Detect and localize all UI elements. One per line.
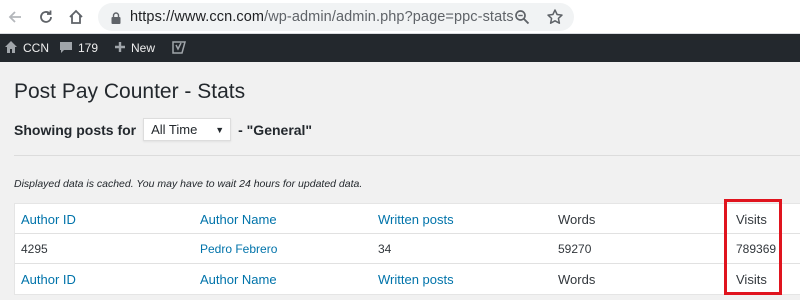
comments-count: 179 (78, 41, 99, 55)
chevron-down-icon: ▼ (215, 124, 225, 135)
new-label: New (131, 41, 156, 55)
visits-cell: 789369 (736, 242, 777, 256)
author-id-cell: 4295 (21, 242, 48, 256)
column-header-visits: Visits (736, 211, 767, 227)
column-header-words: Words (558, 211, 596, 227)
column-footer-written-posts[interactable]: Written posts (378, 264, 454, 294)
star-icon[interactable] (546, 8, 564, 26)
table-footer-row: Author ID Author Name Written posts Word… (15, 264, 800, 294)
time-range-select[interactable]: All Time ▼ (143, 118, 232, 141)
filter-suffix: - "General" (238, 121, 313, 138)
words-cell: 59270 (558, 242, 592, 256)
reload-icon[interactable] (36, 7, 56, 27)
new-content-menu[interactable]: New (114, 34, 155, 62)
time-range-value: All Time (151, 122, 198, 137)
column-header-author-id[interactable]: Author ID (21, 204, 76, 234)
column-header-author-name[interactable]: Author Name (200, 204, 277, 234)
url-text: https://www.ccn.com/wp-admin/admin.php?p… (130, 8, 514, 26)
written-posts-cell: 34 (378, 242, 392, 256)
stats-table: Author ID Author Name Written posts Word… (14, 203, 800, 295)
author-name-link[interactable]: Pedro Febrero (200, 234, 277, 264)
yoast-menu[interactable] (172, 34, 186, 62)
wp-admin-bar: CCN 179 New (0, 34, 800, 62)
url-path: /wp-admin/admin.php?page=ppc-stats (264, 9, 514, 25)
plus-icon (114, 41, 126, 56)
house-icon (4, 40, 18, 57)
home-icon[interactable] (66, 7, 86, 27)
column-footer-visits: Visits (736, 271, 767, 287)
zoom-icon[interactable] (514, 9, 530, 25)
column-footer-author-id[interactable]: Author ID (21, 264, 76, 294)
site-name-menu[interactable]: CCN (4, 34, 49, 62)
page-title: Post Pay Counter - Stats (14, 80, 246, 103)
comments-menu[interactable]: 179 (59, 34, 98, 62)
showing-label: Showing posts for (14, 121, 137, 138)
showing-posts-filter: Showing posts for All Time ▼ - "General" (14, 118, 312, 141)
yoast-icon (172, 39, 186, 58)
table-row: 4295 Pedro Febrero 34 59270 789369 (15, 234, 800, 264)
address-bar[interactable]: https://www.ccn.com/wp-admin/admin.php?p… (98, 3, 574, 31)
column-header-written-posts[interactable]: Written posts (378, 204, 454, 234)
browser-toolbar: https://www.ccn.com/wp-admin/admin.php?p… (0, 0, 800, 34)
lock-icon (111, 11, 121, 29)
table-header-row: Author ID Author Name Written posts Word… (15, 204, 800, 234)
comment-bubble-icon (59, 40, 73, 57)
back-arrow-icon[interactable] (5, 7, 25, 27)
site-name: CCN (23, 41, 49, 55)
cache-notice: Displayed data is cached. You may have t… (14, 178, 363, 190)
url-host: https://www.ccn.com (130, 9, 265, 25)
column-footer-words: Words (558, 271, 596, 287)
divider (14, 155, 800, 156)
column-footer-author-name[interactable]: Author Name (200, 264, 277, 294)
